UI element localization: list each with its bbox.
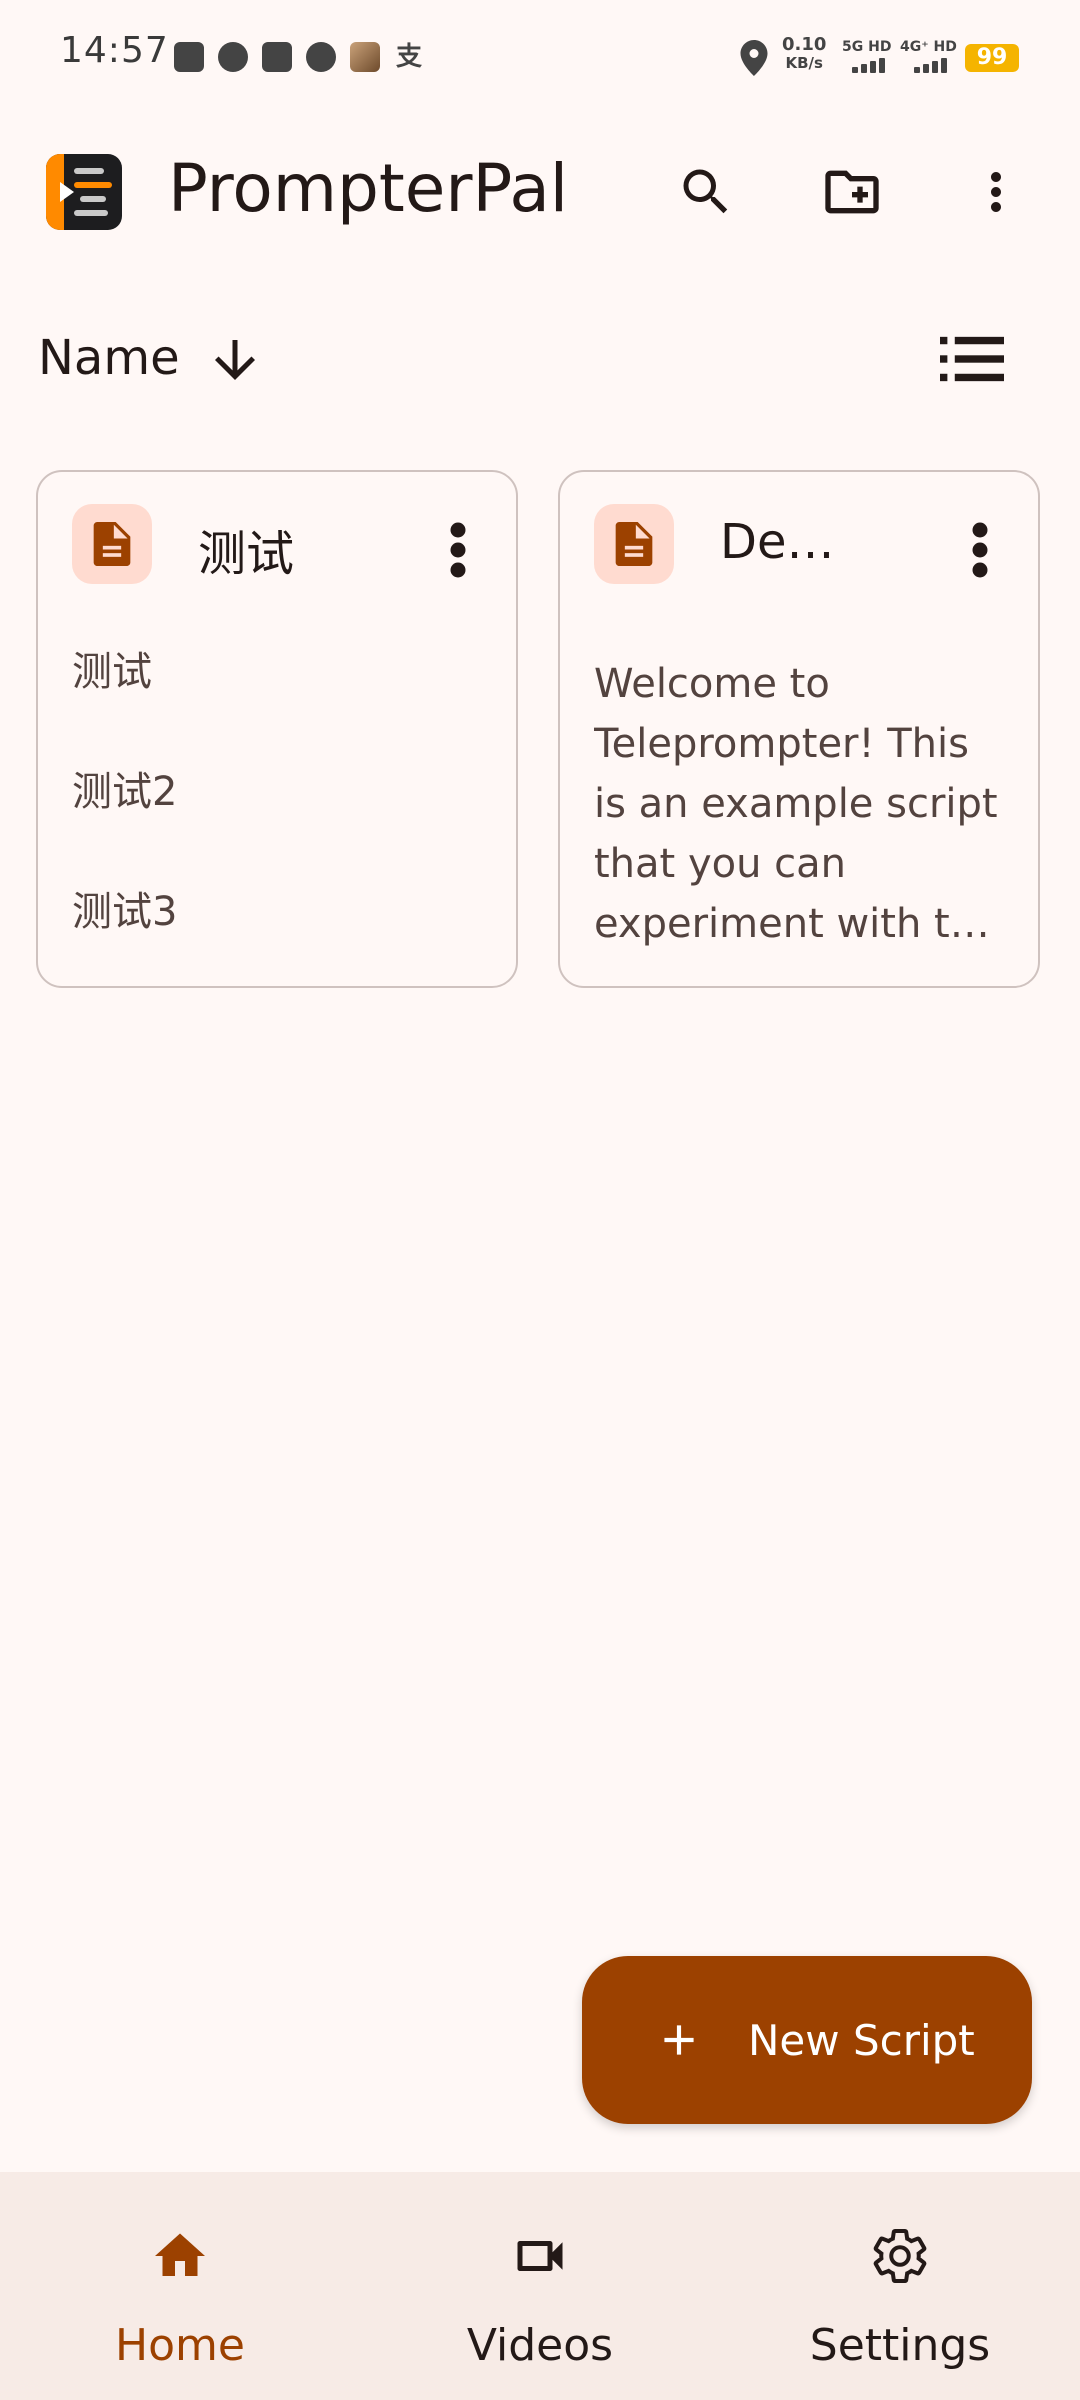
- video-camera-icon: [517, 2241, 563, 2271]
- document-icon: [594, 504, 674, 584]
- more-vert-icon[interactable]: [448, 520, 468, 580]
- app-logo: [46, 154, 122, 230]
- toutiao-icon: [174, 42, 204, 72]
- app-title: PrompterPal: [168, 150, 569, 227]
- network-speed: 0.10 KB/s: [782, 34, 827, 73]
- home-icon: [155, 2233, 205, 2276]
- search-icon: [683, 169, 728, 214]
- overflow-menu-button[interactable]: [956, 152, 1036, 232]
- sim2-signal-icon: [914, 58, 947, 73]
- dollar-icon: [306, 42, 336, 72]
- search-button[interactable]: [666, 152, 746, 232]
- gear-icon: [873, 2229, 927, 2283]
- sim1-signal-icon: [852, 58, 885, 73]
- sort-field-label[interactable]: Name: [38, 330, 180, 386]
- nav-item-settings[interactable]: Settings: [720, 2172, 1080, 2400]
- new-folder-icon: [825, 170, 879, 214]
- script-card[interactable]: De… Welcome to Teleprompter! This is an …: [558, 470, 1040, 988]
- script-title: 测试: [198, 526, 295, 582]
- chat-bubble-icon: [218, 42, 248, 72]
- location-icon: [740, 40, 768, 76]
- status-time: 14:57: [60, 30, 169, 71]
- photo-icon: [350, 42, 380, 72]
- nav-label-settings: Settings: [809, 2320, 991, 2371]
- list-view-icon[interactable]: [940, 334, 1004, 384]
- nav-label-home: Home: [115, 2320, 245, 2371]
- new-script-button[interactable]: New Script: [582, 1956, 1032, 2124]
- status-bar: 14:57 支 0.10 KB/s 5G HD 4G⁺ HD 99: [0, 0, 1080, 110]
- alipay-icon: 支: [395, 42, 422, 72]
- battery-level: 99: [965, 44, 1019, 72]
- more-vert-icon: [991, 172, 1001, 212]
- nav-item-home[interactable]: Home: [0, 2172, 360, 2400]
- wallet-icon: [262, 42, 292, 72]
- script-title: De…: [720, 514, 835, 570]
- script-preview: Welcome to Teleprompter! This is an exam…: [594, 661, 998, 947]
- nav-item-videos[interactable]: Videos: [360, 2172, 720, 2400]
- script-preview: 测试 测试2 测试3: [72, 649, 178, 935]
- new-folder-button[interactable]: [812, 152, 892, 232]
- sim2-label: 4G⁺ HD: [900, 39, 957, 55]
- bottom-navigation: Home Videos Settings: [0, 2172, 1080, 2400]
- new-script-label: New Script: [748, 2015, 975, 2065]
- sim1-label: 5G HD: [842, 39, 892, 55]
- plus-icon: [664, 2025, 694, 2055]
- arrow-down-icon[interactable]: [205, 330, 265, 390]
- document-icon: [72, 504, 152, 584]
- nav-label-videos: Videos: [466, 2320, 614, 2371]
- script-card[interactable]: 测试 测试 测试2 测试3: [36, 470, 518, 988]
- more-vert-icon[interactable]: [970, 520, 990, 580]
